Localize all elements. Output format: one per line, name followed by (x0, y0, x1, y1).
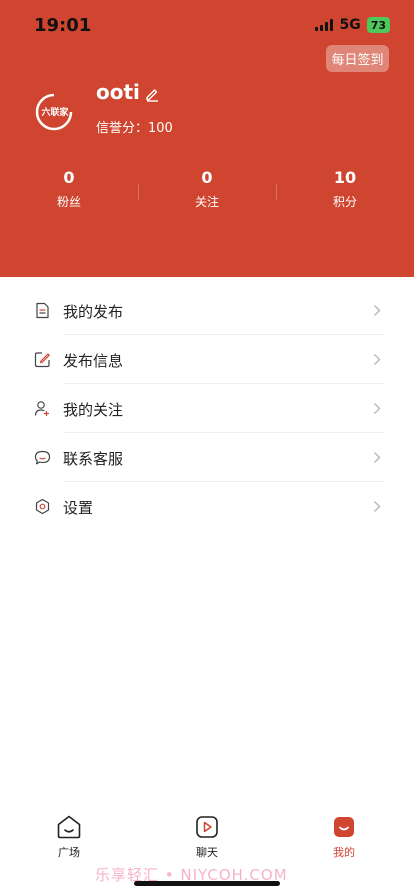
username: ooti (96, 80, 140, 104)
status-time: 19:01 (34, 15, 92, 36)
gear-icon (35, 498, 50, 515)
chevron-right-icon (373, 451, 381, 464)
edit-pencil-icon[interactable] (144, 86, 160, 102)
home-face-icon (57, 815, 81, 839)
menu-item-settings[interactable]: 设置 (0, 482, 414, 531)
profile-header: 19:01 5G 73 每日签到 六联家 ooti 信誉分：100 0 粉丝 0… (0, 0, 414, 277)
daily-checkin-button[interactable]: 每日签到 (326, 45, 389, 72)
tab-label: 聊天 (196, 846, 218, 859)
play-chat-icon (196, 816, 218, 838)
avatar[interactable]: 六联家 (34, 92, 74, 132)
battery-level: 73 (370, 18, 386, 32)
stat-divider (138, 184, 139, 200)
stat-value: 0 (63, 168, 75, 187)
status-indicators: 5G 73 (315, 17, 390, 33)
menu-label: 发布信息 (63, 352, 124, 370)
menu-label: 设置 (63, 499, 94, 517)
chevron-right-icon (373, 353, 381, 366)
stat-fans[interactable]: 0 粉丝 (0, 168, 138, 218)
tab-label: 我的 (333, 846, 355, 859)
tab-label: 广场 (58, 846, 80, 859)
stat-label: 粉丝 (56, 195, 81, 209)
menu-label: 联系客服 (63, 450, 124, 468)
edit-square-icon (34, 352, 50, 368)
status-bar: 19:01 5G 73 (0, 0, 414, 50)
stat-value: 0 (201, 168, 213, 187)
chevron-right-icon (373, 402, 381, 415)
stat-label: 关注 (194, 195, 219, 209)
menu-item-customer-service[interactable]: 联系客服 (0, 433, 414, 482)
network-label: 5G (339, 17, 361, 33)
menu-label: 我的发布 (63, 303, 124, 321)
stat-value: 10 (333, 168, 357, 187)
chevron-right-icon (373, 304, 381, 317)
menu-list: 我的发布 发布信息 我的关注 联系客服 设置 (0, 286, 414, 531)
stats-row: 0 粉丝 0 关注 10 积分 (0, 168, 414, 218)
user-add-icon (34, 401, 49, 416)
stat-label: 积分 (332, 195, 357, 209)
menu-item-publish[interactable]: 发布信息 (0, 335, 414, 384)
stat-divider (276, 184, 277, 200)
home-indicator (134, 881, 280, 886)
avatar-logo-icon: 六联家 (35, 93, 73, 131)
menu-item-my-posts[interactable]: 我的发布 (0, 286, 414, 335)
battery-icon: 73 (366, 17, 390, 33)
avatar-text: 六联家 (41, 106, 69, 118)
signal-icon (315, 19, 334, 31)
menu-item-following[interactable]: 我的关注 (0, 384, 414, 433)
tab-square[interactable]: 广场 (39, 814, 99, 860)
chat-bubble-icon (34, 450, 51, 465)
tab-chat[interactable]: 聊天 (177, 814, 237, 860)
tab-mine[interactable]: 我的 (314, 814, 374, 860)
stat-points[interactable]: 10 积分 (276, 168, 414, 218)
credit-score: 信誉分：100 (96, 121, 173, 136)
menu-label: 我的关注 (63, 401, 124, 419)
chevron-right-icon (373, 500, 381, 513)
document-icon (36, 302, 49, 319)
profile-face-icon (334, 817, 354, 837)
stat-following[interactable]: 0 关注 (138, 168, 276, 218)
